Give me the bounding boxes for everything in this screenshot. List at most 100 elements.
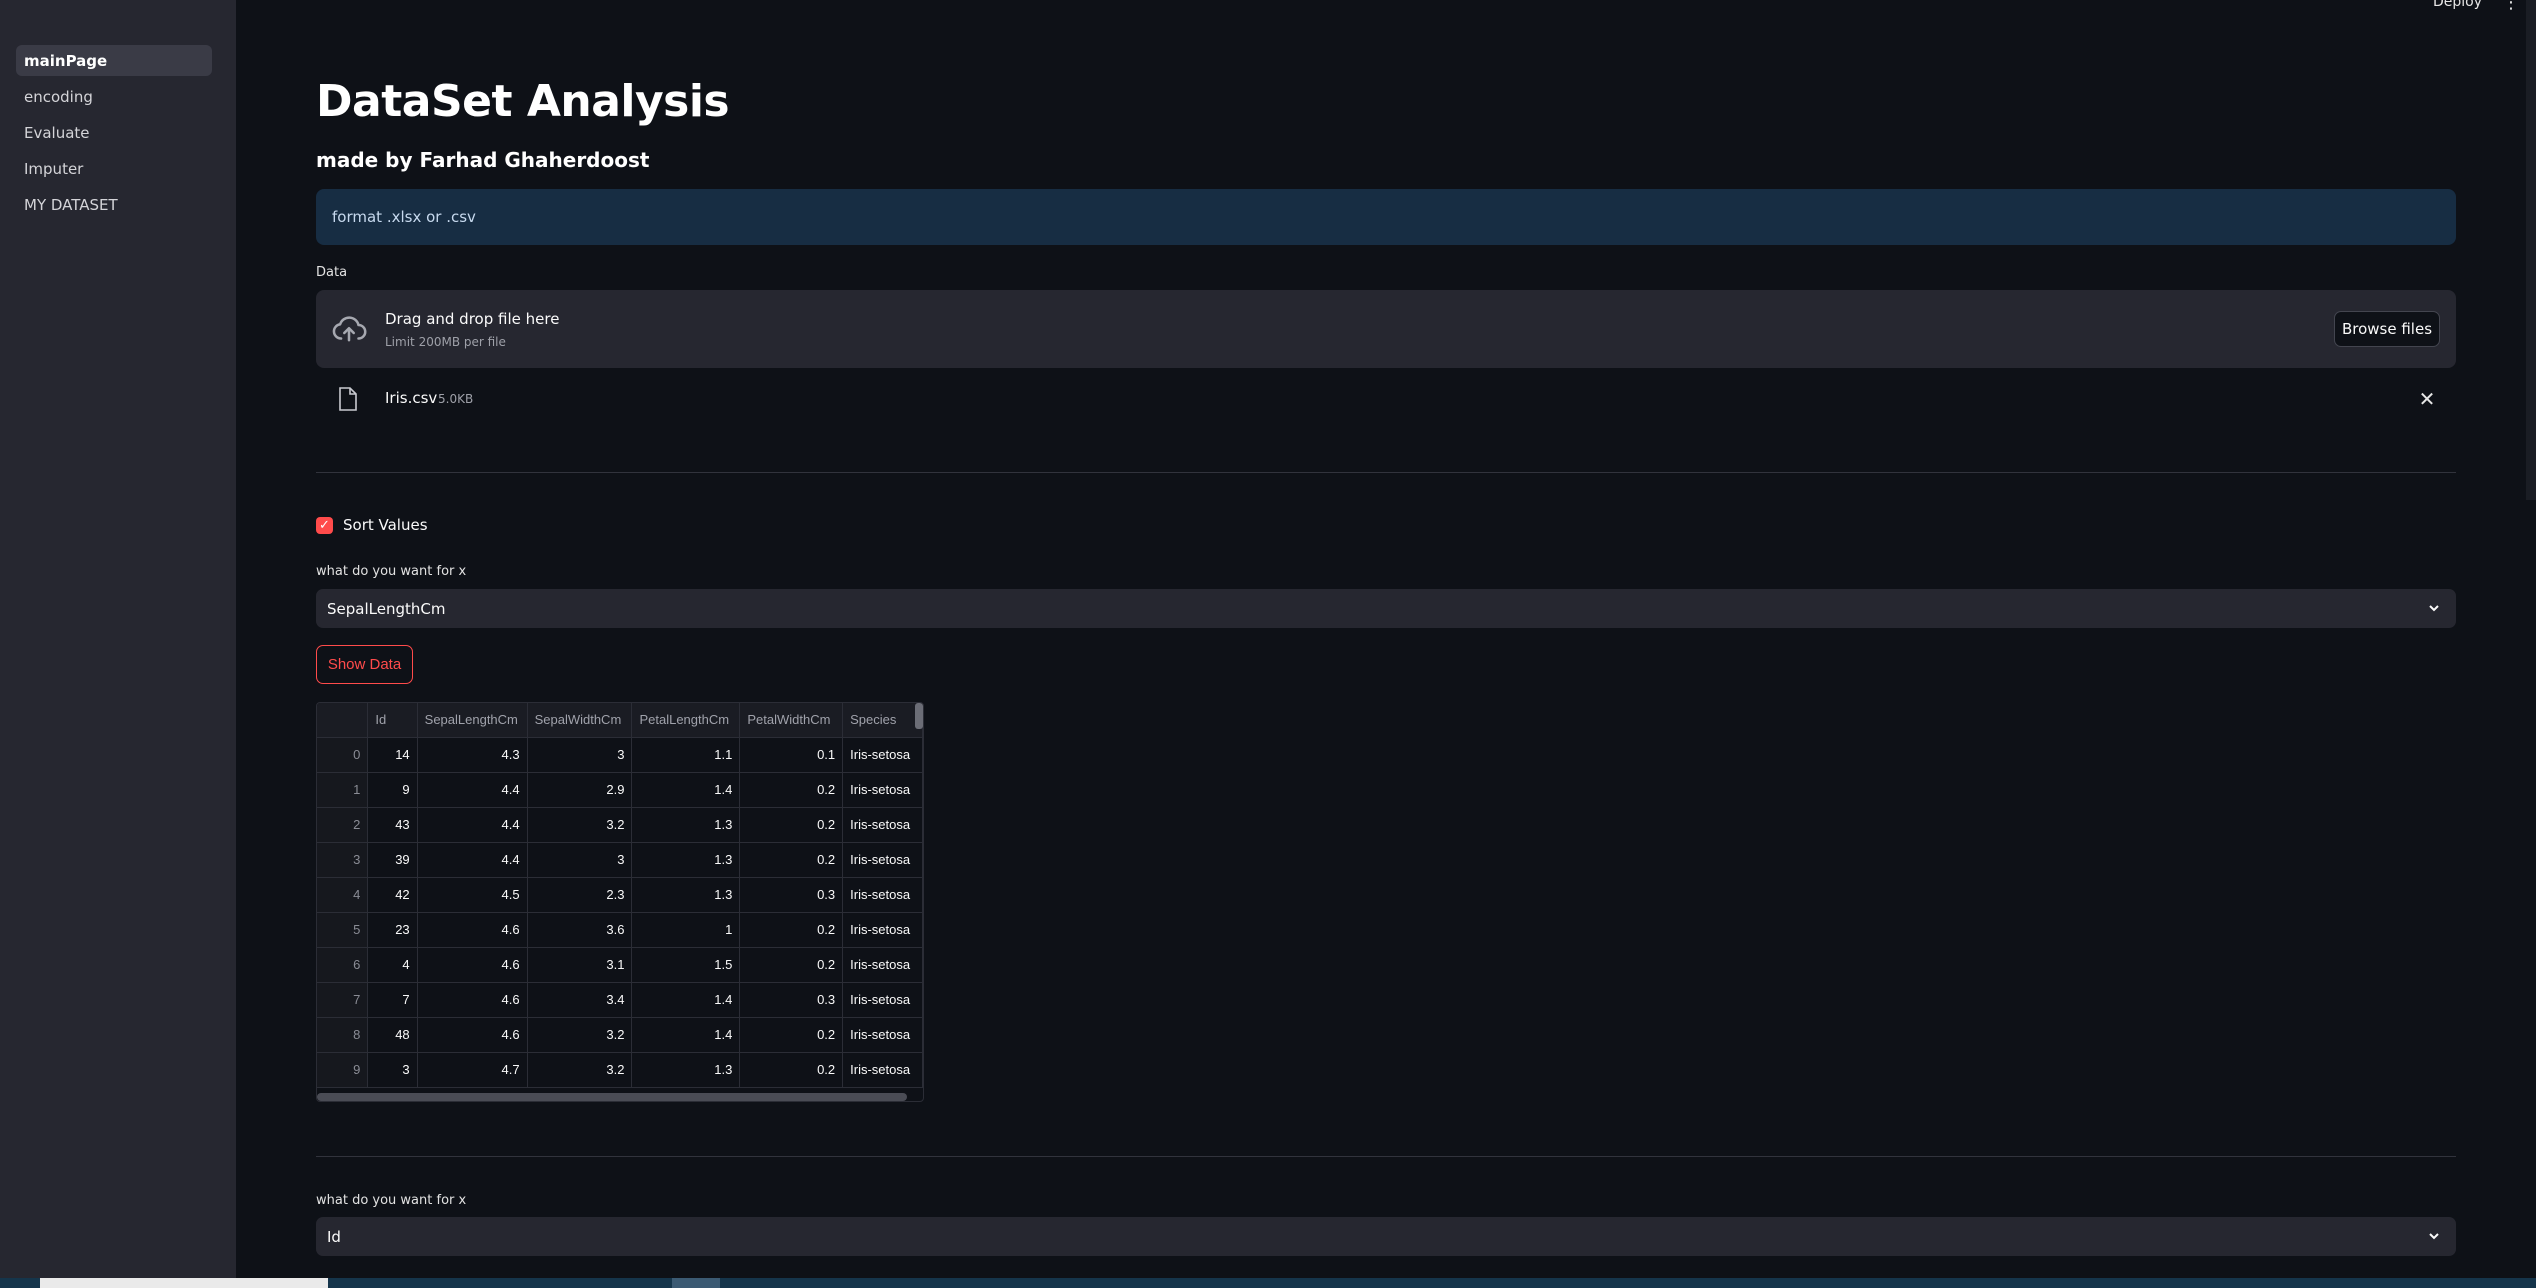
cell[interactable]: 1: [631, 912, 741, 948]
cell[interactable]: 0.1: [739, 737, 844, 773]
column-header-petallength[interactable]: PetalLengthCm: [631, 703, 741, 738]
cell[interactable]: Iris-setosa: [842, 1017, 923, 1053]
cell[interactable]: 4.3: [417, 737, 528, 773]
cell[interactable]: 3: [527, 737, 633, 773]
taskbar-search[interactable]: [40, 1278, 328, 1288]
browse-files-button[interactable]: Browse files: [2334, 311, 2440, 347]
column-header-petalwidth[interactable]: PetalWidthCm: [739, 703, 844, 738]
cell[interactable]: 0.3: [739, 877, 844, 913]
sidebar-item-evaluate[interactable]: Evaluate: [16, 117, 212, 148]
cell[interactable]: 3.2: [527, 1017, 633, 1053]
cell[interactable]: 3.6: [527, 912, 633, 948]
cell[interactable]: 2.9: [527, 772, 633, 808]
page-title: DataSet Analysis: [316, 76, 730, 127]
cell[interactable]: 4.7: [417, 1052, 528, 1088]
cell[interactable]: Iris-setosa: [842, 807, 923, 843]
cell[interactable]: Iris-setosa: [842, 737, 923, 773]
cell[interactable]: 3.4: [527, 982, 633, 1018]
info-alert: format .xlsx or .csv: [316, 189, 2456, 245]
cell[interactable]: 0.2: [739, 947, 844, 983]
cell[interactable]: 7: [367, 982, 418, 1018]
column-header-sepalwidth[interactable]: SepalWidthCm: [527, 703, 633, 738]
cell[interactable]: 3.2: [527, 1052, 633, 1088]
cell[interactable]: 3.2: [527, 807, 633, 843]
cell[interactable]: 3: [527, 842, 633, 878]
cell[interactable]: 23: [367, 912, 418, 948]
cell[interactable]: 1.3: [631, 877, 741, 913]
cell[interactable]: 4.6: [417, 982, 528, 1018]
cell[interactable]: 9: [367, 772, 418, 808]
column-header-id[interactable]: Id: [367, 703, 418, 738]
column-header-species[interactable]: Species: [842, 703, 923, 738]
column-header-sepallength[interactable]: SepalLengthCm: [417, 703, 528, 738]
close-icon[interactable]: ✕: [2414, 386, 2440, 412]
table-row: 6 4 4.6 3.1 1.5 0.2 Iris-setosa: [317, 947, 923, 983]
cell[interactable]: 1.4: [631, 1017, 741, 1053]
sort-values-checkbox[interactable]: ✓ Sort Values: [316, 516, 428, 534]
cell[interactable]: 3.1: [527, 947, 633, 983]
column-header-index[interactable]: [317, 703, 369, 738]
table-row: 4 42 4.5 2.3 1.3 0.3 Iris-setosa: [317, 877, 923, 913]
cell[interactable]: 4: [367, 947, 418, 983]
cell[interactable]: 1.3: [631, 807, 741, 843]
row-index: 7: [317, 982, 369, 1018]
cell[interactable]: Iris-setosa: [842, 772, 923, 808]
cell[interactable]: Iris-setosa: [842, 877, 923, 913]
cell[interactable]: 48: [367, 1017, 418, 1053]
cell[interactable]: 1.3: [631, 842, 741, 878]
cell[interactable]: Iris-setosa: [842, 982, 923, 1018]
table-row: 0 14 4.3 3 1.1 0.1 Iris-setosa: [317, 737, 923, 773]
file-uploader-dropzone[interactable]: Drag and drop file here Limit 200MB per …: [316, 290, 2456, 368]
sidebar-item-mainpage[interactable]: mainPage: [16, 45, 212, 76]
cell[interactable]: 1.1: [631, 737, 741, 773]
cell[interactable]: Iris-setosa: [842, 842, 923, 878]
cell[interactable]: 0.2: [739, 912, 844, 948]
select-x-label-2: what do you want for x: [316, 1193, 467, 1208]
select-x-dropdown[interactable]: SepalLengthCm: [316, 589, 2456, 628]
cell[interactable]: 42: [367, 877, 418, 913]
cell[interactable]: 4.4: [417, 772, 528, 808]
table-horizontal-scrollbar[interactable]: [317, 1093, 907, 1101]
cell[interactable]: 4.6: [417, 912, 528, 948]
page-scrollbar[interactable]: [2526, 0, 2536, 500]
cell[interactable]: Iris-setosa: [842, 1052, 923, 1088]
kebab-icon[interactable]: ⋮: [2502, 0, 2520, 13]
upload-drop-text: Drag and drop file here: [385, 310, 560, 328]
table-vertical-scrollbar[interactable]: [915, 703, 923, 729]
data-table[interactable]: Id SepalLengthCm SepalWidthCm PetalLengt…: [316, 702, 924, 1102]
cell[interactable]: 3: [367, 1052, 418, 1088]
cell[interactable]: Iris-setosa: [842, 947, 923, 983]
checkbox-checked-icon[interactable]: ✓: [316, 516, 333, 534]
cell[interactable]: Iris-setosa: [842, 912, 923, 948]
cell[interactable]: 4.4: [417, 807, 528, 843]
taskbar-active-app[interactable]: [672, 1278, 720, 1288]
cell[interactable]: 0.3: [739, 982, 844, 1018]
cell[interactable]: 4.6: [417, 1017, 528, 1053]
cell[interactable]: 0.2: [739, 1017, 844, 1053]
cell[interactable]: 43: [367, 807, 418, 843]
cell[interactable]: 0.2: [739, 772, 844, 808]
cell[interactable]: 1.5: [631, 947, 741, 983]
cell[interactable]: 14: [367, 737, 418, 773]
sidebar-item-imputer[interactable]: Imputer: [16, 153, 212, 184]
cell[interactable]: 0.2: [739, 1052, 844, 1088]
cell[interactable]: 1.4: [631, 982, 741, 1018]
cell[interactable]: 4.4: [417, 842, 528, 878]
cell[interactable]: 2.3: [527, 877, 633, 913]
cell[interactable]: 1.4: [631, 772, 741, 808]
show-data-button[interactable]: Show Data: [316, 645, 413, 684]
file-icon: [339, 387, 357, 411]
sidebar: mainPage encoding Evaluate Imputer MY DA…: [0, 0, 236, 1288]
select-x-value: SepalLengthCm: [327, 599, 446, 618]
sidebar-item-encoding[interactable]: encoding: [16, 81, 212, 112]
cell[interactable]: 39: [367, 842, 418, 878]
cell[interactable]: 4.6: [417, 947, 528, 983]
cell[interactable]: 0.2: [739, 807, 844, 843]
select-x-dropdown-2[interactable]: Id: [316, 1217, 2456, 1256]
row-index: 2: [317, 807, 369, 843]
deploy-button[interactable]: Deploy: [2433, 0, 2482, 10]
cell[interactable]: 4.5: [417, 877, 528, 913]
sidebar-item-my-dataset[interactable]: MY DATASET: [16, 189, 212, 220]
cell[interactable]: 0.2: [739, 842, 844, 878]
cell[interactable]: 1.3: [631, 1052, 741, 1088]
